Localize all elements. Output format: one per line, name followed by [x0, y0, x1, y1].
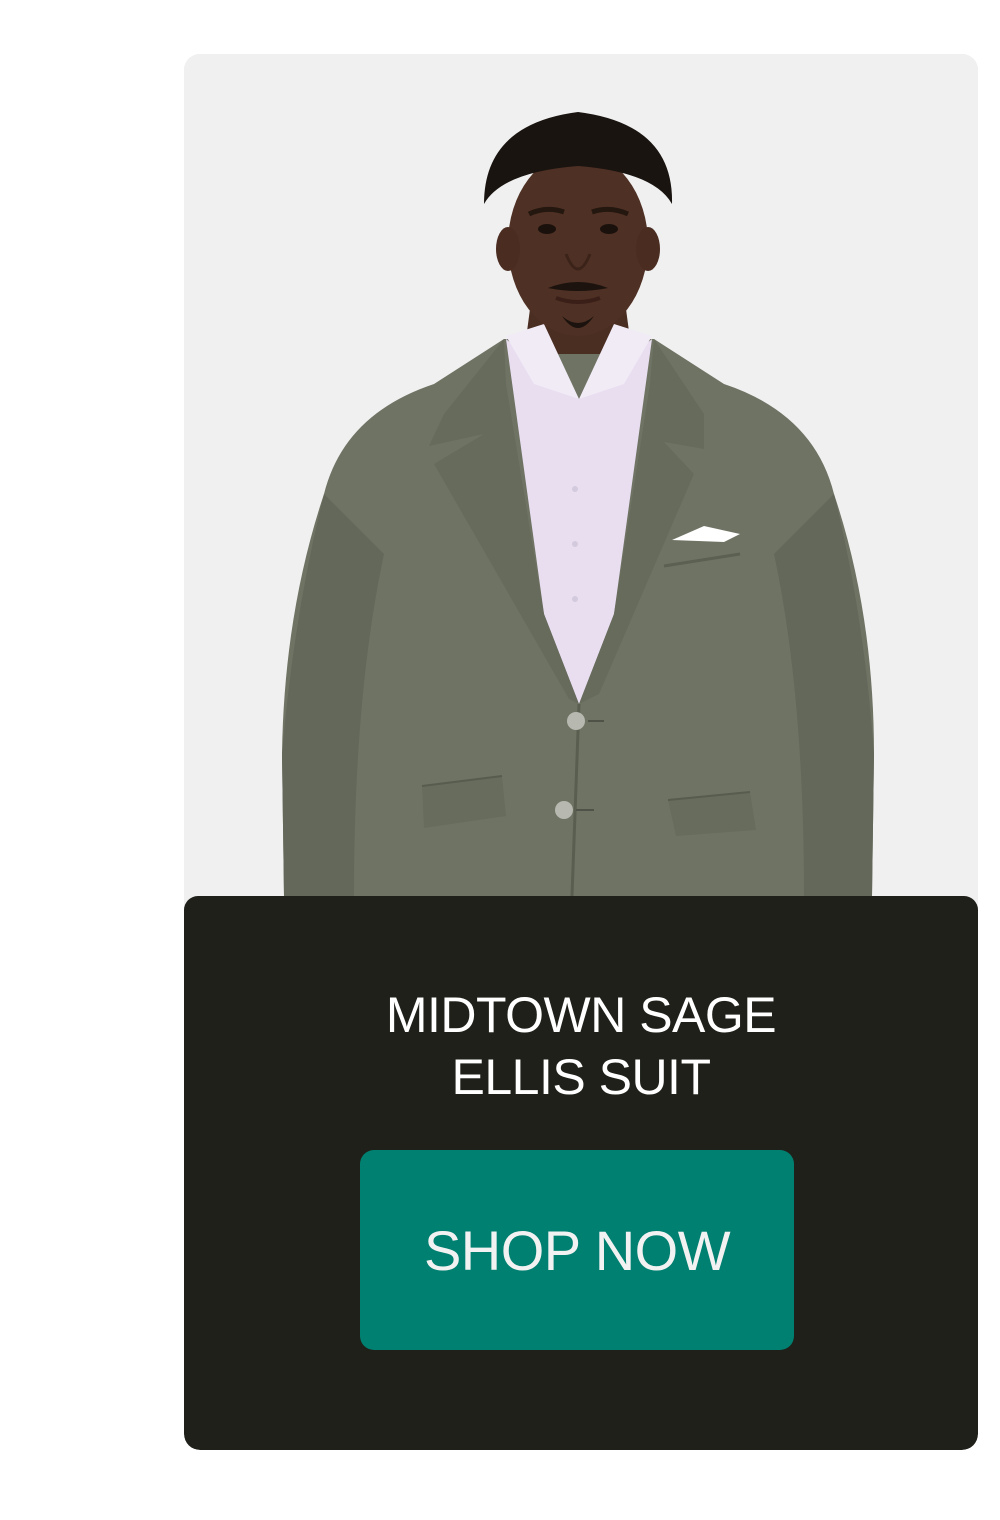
product-card[interactable]: MIDTOWN SAGE ELLIS SUIT SHOP NOW [184, 54, 978, 1450]
product-title-line-2: ELLIS SUIT [451, 1049, 712, 1105]
product-photo[interactable] [184, 54, 978, 896]
product-title: MIDTOWN SAGE ELLIS SUIT [184, 984, 978, 1108]
product-title-line-1: MIDTOWN SAGE [385, 987, 777, 1043]
product-info-panel: MIDTOWN SAGE ELLIS SUIT SHOP NOW [184, 896, 978, 1450]
shop-now-button[interactable]: SHOP NOW [360, 1150, 794, 1350]
